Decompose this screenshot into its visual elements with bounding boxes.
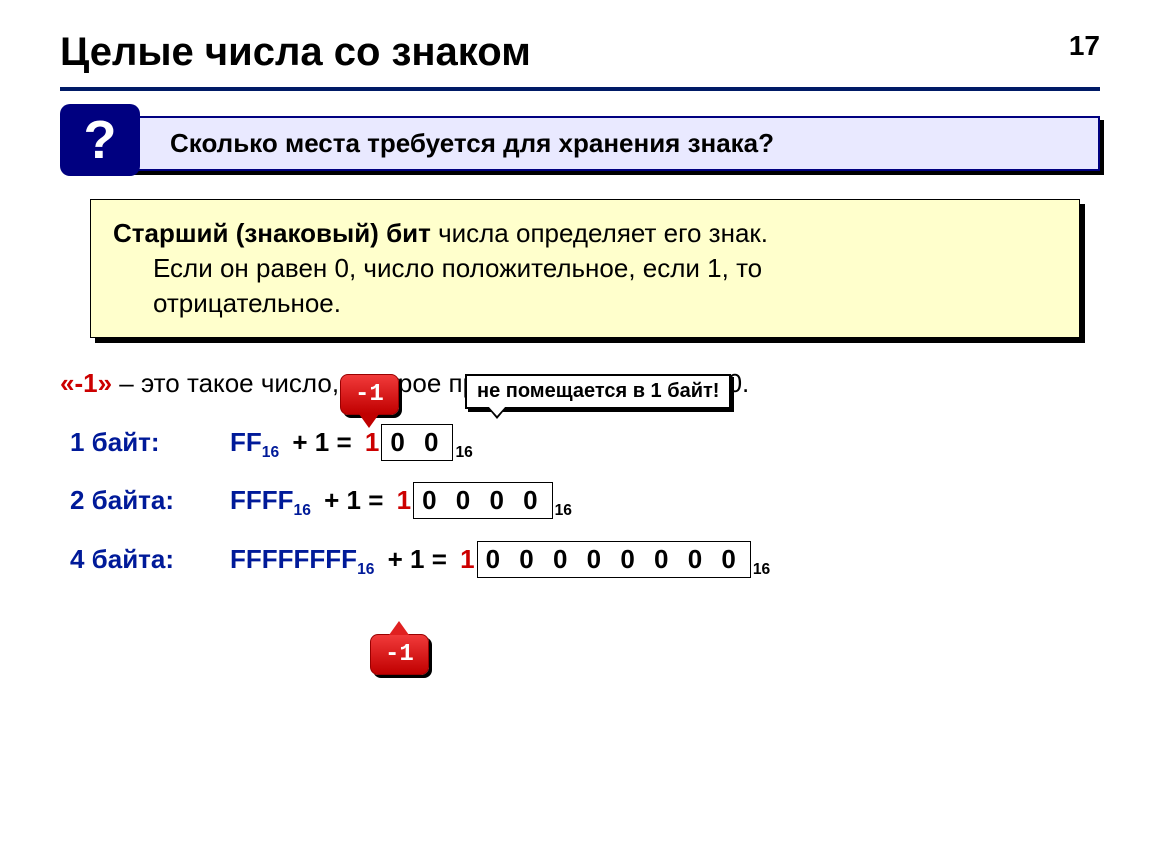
definition-line2: Если он равен 0, число положительное, ес…: [113, 251, 1057, 286]
question-mark-icon: ?: [60, 104, 140, 176]
row-label: 1 байт:: [70, 427, 230, 458]
leading-one: 1: [397, 485, 411, 515]
equations-block: -1 не помещается в 1 байт! 1 байт: FF16 …: [70, 424, 1100, 579]
definition-block: Старший (знаковый) бит числа определяет …: [90, 199, 1080, 338]
zeros-box: 0 0 0 0 0 0 0 0: [477, 541, 751, 578]
plus-eq: + 1 =: [380, 544, 454, 574]
hex-value: FFFF: [230, 485, 294, 515]
result-sub: 16: [455, 444, 472, 461]
callout-red-top: -1: [340, 374, 399, 415]
callout-overflow-note: не помещается в 1 байт!: [465, 374, 731, 409]
row-label: 2 байта:: [70, 485, 230, 516]
definition-line3: отрицательное.: [113, 286, 1057, 321]
equation-row-4byte: 4 байта: FFFFFFFF16 + 1 = 10 0 0 0 0 0 0…: [70, 541, 1100, 579]
hex-sub: 16: [357, 561, 374, 578]
definition-rest1: числа определяет его знак.: [431, 218, 768, 248]
zeros-box: 0 0: [381, 424, 453, 461]
leading-one: 1: [365, 427, 379, 457]
row-label: 4 байта:: [70, 544, 230, 575]
plus-eq: + 1 =: [285, 427, 359, 457]
page-number: 17: [1069, 30, 1100, 62]
title-underline: [60, 87, 1100, 91]
result-sub: 16: [753, 561, 770, 578]
equation-row-2byte: 2 байта: FFFF16 + 1 = 10 0 0 016: [70, 482, 1100, 520]
slide-title: Целые числа со знаком: [60, 30, 1100, 75]
result-sub: 16: [555, 503, 572, 520]
question-block: ? Сколько места требуется для хранения з…: [60, 116, 1100, 171]
hex-sub: 16: [262, 444, 279, 461]
slide: 17 Целые числа со знаком ? Сколько места…: [0, 0, 1150, 629]
hex-sub: 16: [294, 503, 311, 520]
definition-text: Старший (знаковый) бит числа определяет …: [90, 199, 1080, 338]
minus-one-quoted: «-1»: [60, 368, 112, 398]
callout-red-bottom: -1: [370, 634, 429, 675]
question-text: Сколько места требуется для хранения зна…: [108, 116, 1100, 171]
leading-one: 1: [460, 544, 474, 574]
plus-eq: + 1 =: [317, 485, 391, 515]
zeros-box: 0 0 0 0: [413, 482, 553, 519]
equation-row-1byte: 1 байт: FF16 + 1 = 10 016: [70, 424, 1100, 462]
hex-value: FF: [230, 427, 262, 457]
definition-bold: Старший (знаковый) бит: [113, 218, 431, 248]
hex-value: FFFFFFFF: [230, 544, 357, 574]
